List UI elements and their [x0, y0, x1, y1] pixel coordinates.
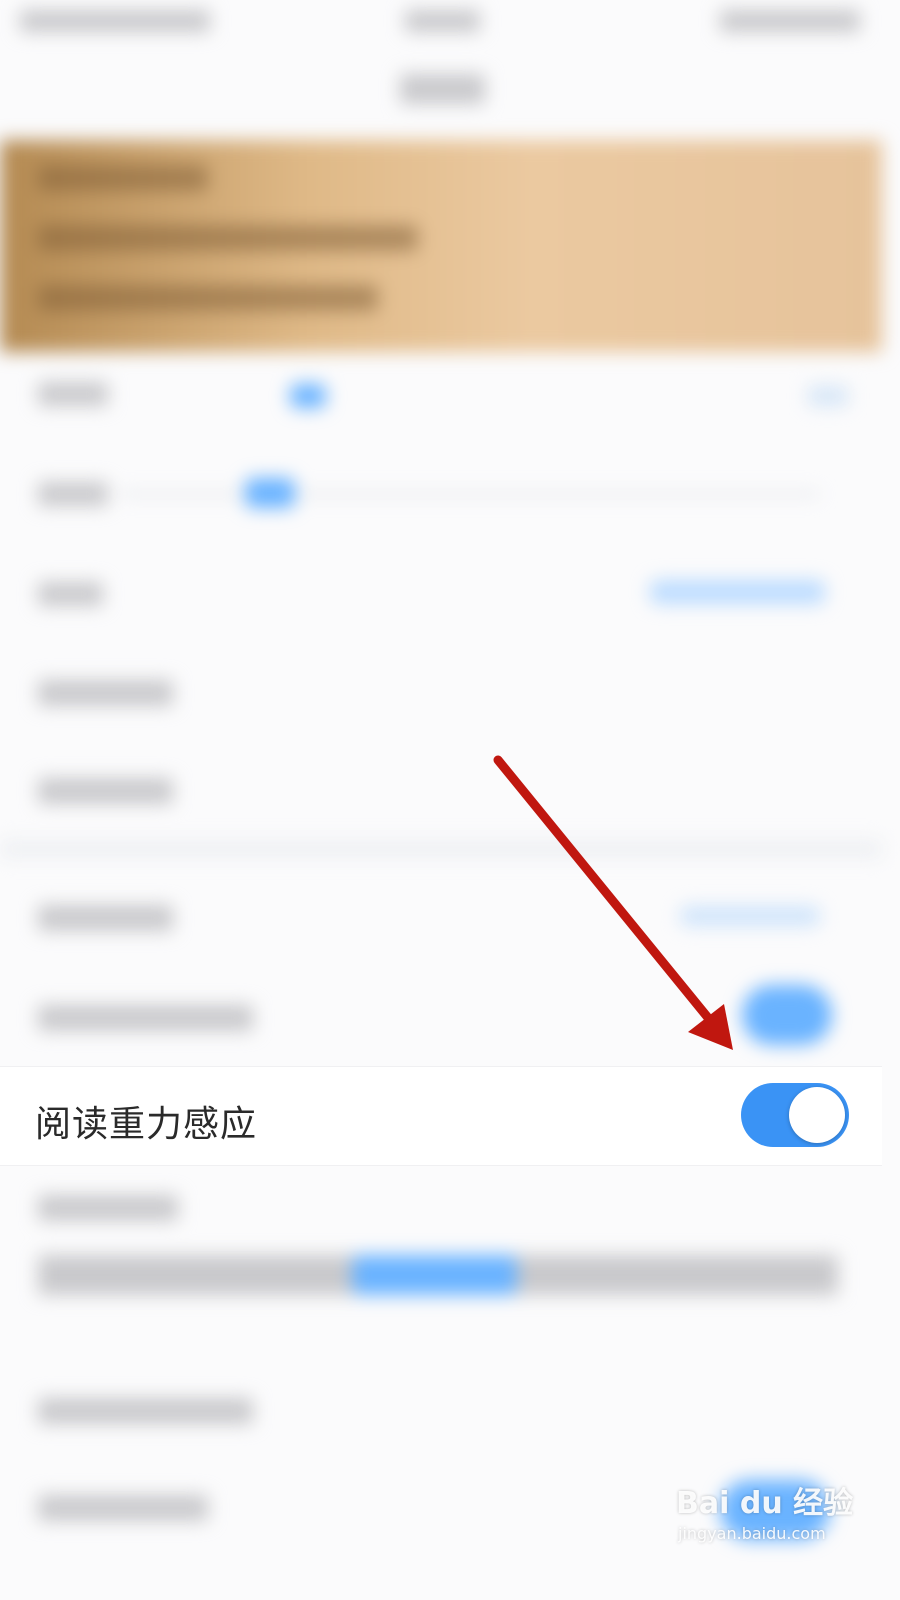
arrow-shaft [493, 755, 723, 1035]
watermark: Bai du 经验 jingyan.baidu.com [676, 1478, 876, 1558]
watermark-logo: Bai du 经验 [676, 1486, 854, 1521]
annotation-arrow [493, 755, 733, 1050]
watermark-url: jingyan.baidu.com [678, 1524, 826, 1543]
arrow-head [688, 1004, 733, 1050]
